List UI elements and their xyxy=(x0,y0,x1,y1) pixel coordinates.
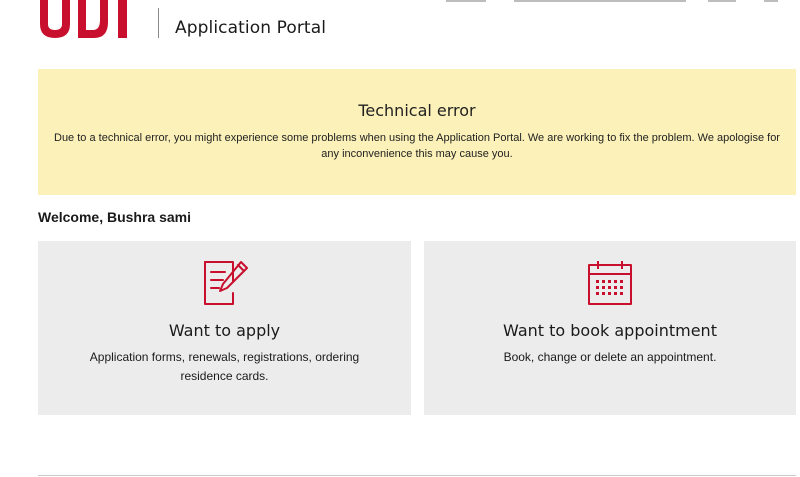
top-nav-item[interactable] xyxy=(764,0,778,2)
apply-card-description: Application forms, renewals, registratio… xyxy=(89,350,360,383)
top-nav-item[interactable] xyxy=(514,0,686,2)
form-edit-icon xyxy=(204,261,248,305)
calendar-icon xyxy=(588,261,632,305)
apply-card-title: Want to apply xyxy=(168,321,281,340)
apply-card[interactable]: Want to apply Application forms, renewal… xyxy=(38,241,411,415)
portal-title: Application Portal xyxy=(175,18,327,38)
alert-title: Technical error xyxy=(358,101,476,120)
top-nav-item[interactable] xyxy=(708,0,736,2)
top-nav-item[interactable] xyxy=(446,0,486,2)
logo-divider xyxy=(158,8,159,38)
book-appointment-card[interactable]: Want to book appointment Book, change or… xyxy=(424,241,796,415)
udi-logo[interactable] xyxy=(38,0,148,40)
alert-message: Due to a technical error, you might expe… xyxy=(54,132,780,160)
book-appointment-card-title: Want to book appointment xyxy=(503,321,717,340)
book-appointment-card-description: Book, change or delete an appointment. xyxy=(503,350,717,364)
technical-error-alert: Technical error Due to a technical error… xyxy=(38,69,796,195)
welcome-message: Welcome, Bushra sami xyxy=(38,209,192,225)
footer-divider xyxy=(38,475,796,476)
